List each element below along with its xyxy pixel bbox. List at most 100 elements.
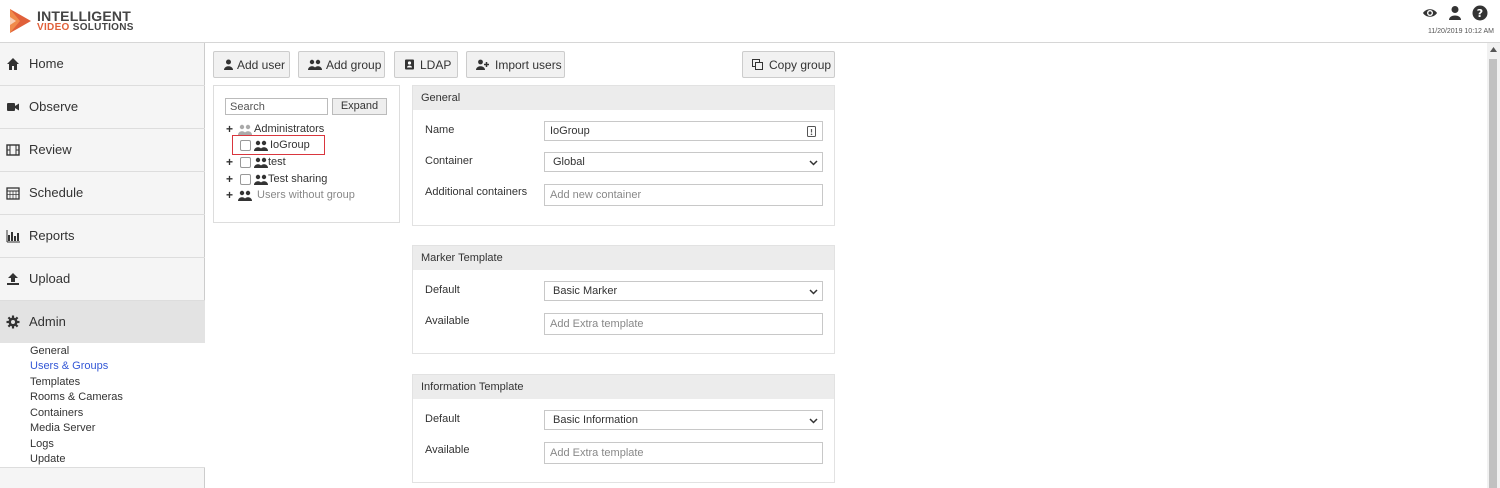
panel-title: Marker Template bbox=[421, 252, 503, 264]
gear-icon bbox=[6, 315, 20, 329]
group-icon bbox=[238, 190, 252, 201]
sidebar-item-upload[interactable]: Upload bbox=[0, 258, 205, 301]
group-icon bbox=[254, 157, 268, 168]
sidebar-item-schedule[interactable]: Schedule bbox=[0, 172, 205, 215]
tree-node-checkbox[interactable] bbox=[240, 174, 251, 185]
expand-toggle[interactable]: + bbox=[226, 155, 234, 169]
additional-containers-input[interactable] bbox=[544, 184, 823, 206]
additional-containers-label: Additional containers bbox=[425, 186, 528, 198]
sidebar: Home Observe Review Schedule Reports Upl… bbox=[0, 43, 205, 488]
panel-header: Information Template bbox=[413, 375, 834, 399]
submenu-users-groups[interactable]: Users & Groups bbox=[30, 360, 108, 372]
import-users-button[interactable]: Import users bbox=[466, 51, 565, 78]
marker-default-value: Basic Marker bbox=[553, 285, 618, 297]
sidebar-item-label: Reports bbox=[29, 228, 75, 243]
tree-node-checkbox[interactable] bbox=[240, 157, 251, 168]
video-camera-icon bbox=[7, 103, 19, 111]
submenu-rooms-cameras[interactable]: Rooms & Cameras bbox=[30, 391, 123, 403]
sidebar-item-review[interactable]: Review bbox=[0, 129, 205, 172]
information-available-label: Available bbox=[425, 444, 470, 456]
sidebar-item-label: Schedule bbox=[29, 185, 84, 200]
group-icon bbox=[238, 124, 252, 135]
scroll-up-arrow-icon[interactable] bbox=[1490, 47, 1497, 52]
expand-toggle[interactable]: + bbox=[226, 188, 234, 202]
submenu-templates[interactable]: Templates bbox=[30, 376, 80, 388]
marker-default-label: Default bbox=[425, 284, 460, 296]
scroll-thumb[interactable] bbox=[1489, 59, 1497, 488]
tree-search-input[interactable] bbox=[225, 98, 328, 115]
add-user-label: Add user bbox=[237, 58, 286, 72]
svg-text:?: ? bbox=[1477, 7, 1483, 20]
sidebar-item-reports[interactable]: Reports bbox=[0, 215, 205, 258]
add-user-button[interactable]: Add user bbox=[213, 51, 290, 78]
tree-node-label[interactable]: test bbox=[268, 156, 286, 168]
page-scrollbar[interactable] bbox=[1487, 43, 1500, 488]
submenu-logs[interactable]: Logs bbox=[30, 438, 54, 450]
sidebar-item-label: Review bbox=[29, 142, 72, 157]
information-default-select[interactable]: Basic Information bbox=[544, 410, 823, 430]
container-select[interactable]: Global bbox=[544, 152, 823, 172]
ldap-label: LDAP bbox=[420, 58, 452, 72]
expand-toggle[interactable]: + bbox=[226, 172, 234, 186]
copy-group-label: Copy group bbox=[769, 58, 832, 72]
user-icon bbox=[224, 59, 233, 70]
brand-logo[interactable]: INTELLIGENT VIDEO SOLUTIONS bbox=[8, 6, 148, 36]
name-input[interactable] bbox=[544, 121, 823, 141]
sidebar-item-label: Upload bbox=[29, 271, 71, 286]
copy-icon bbox=[752, 59, 763, 70]
eye-icon[interactable] bbox=[1422, 5, 1438, 21]
container-label: Container bbox=[425, 155, 473, 167]
address-book-icon bbox=[405, 59, 414, 70]
sidebar-item-observe[interactable]: Observe bbox=[0, 86, 205, 129]
ldap-button[interactable]: LDAP bbox=[394, 51, 458, 78]
user-icon[interactable] bbox=[1447, 5, 1463, 21]
tree-node-checkbox[interactable] bbox=[240, 140, 251, 151]
logo-play-icon bbox=[10, 9, 31, 33]
sidebar-item-admin[interactable]: Admin bbox=[0, 301, 205, 344]
panel-title: Information Template bbox=[421, 381, 524, 393]
sidebar-item-label: Observe bbox=[29, 99, 79, 114]
chevron-down-icon bbox=[809, 160, 818, 166]
timestamp: 11/20/2019 10:12 AM bbox=[1427, 28, 1494, 35]
tree-node-label[interactable]: IoGroup bbox=[270, 139, 310, 151]
copy-group-button[interactable]: Copy group bbox=[742, 51, 835, 78]
expand-toggle[interactable]: + bbox=[226, 122, 234, 136]
general-panel: General Name Container Global Additional… bbox=[412, 85, 835, 226]
add-group-button[interactable]: Add group bbox=[298, 51, 385, 78]
tree-node-label[interactable]: Test sharing bbox=[268, 173, 327, 185]
field-info-icon bbox=[807, 126, 816, 137]
brand-line2a: VIDEO bbox=[37, 22, 70, 33]
chevron-down-icon bbox=[809, 289, 818, 295]
marker-available-input[interactable] bbox=[544, 313, 823, 335]
user-plus-icon bbox=[476, 59, 489, 70]
app-header: INTELLIGENT VIDEO SOLUTIONS ? 11/20/2019… bbox=[0, 0, 1500, 43]
help-icon[interactable]: ? bbox=[1472, 5, 1488, 21]
panel-header: General bbox=[413, 86, 834, 110]
submenu-general[interactable]: General bbox=[30, 345, 69, 357]
marker-default-select[interactable]: Basic Marker bbox=[544, 281, 823, 301]
container-value: Global bbox=[553, 156, 585, 168]
submenu-update[interactable]: Update bbox=[30, 453, 65, 465]
group-icon bbox=[254, 174, 268, 185]
expand-button[interactable]: Expand bbox=[332, 98, 387, 115]
brand-line2: VIDEO SOLUTIONS bbox=[37, 22, 134, 33]
submenu-media-server[interactable]: Media Server bbox=[30, 422, 95, 434]
group-tree-panel: Expand + Administrators IoGroup + test +… bbox=[213, 85, 400, 223]
chevron-down-icon bbox=[809, 418, 818, 424]
name-label: Name bbox=[425, 124, 455, 136]
information-default-value: Basic Information bbox=[553, 414, 638, 426]
tree-node-label[interactable]: Users without group bbox=[257, 189, 355, 201]
group-icon bbox=[308, 59, 322, 70]
sidebar-item-home[interactable]: Home bbox=[0, 43, 205, 86]
information-template-panel: Information Template Default Basic Infor… bbox=[412, 374, 835, 483]
calendar-icon bbox=[6, 187, 20, 200]
information-available-input[interactable] bbox=[544, 442, 823, 464]
tree-node-label[interactable]: Administrators bbox=[254, 123, 324, 135]
submenu-containers[interactable]: Containers bbox=[30, 407, 83, 419]
group-icon bbox=[254, 140, 268, 151]
header-icons: ? bbox=[1422, 5, 1492, 23]
bar-chart-icon bbox=[6, 230, 20, 243]
marker-available-label: Available bbox=[425, 315, 470, 327]
marker-template-panel: Marker Template Default Basic Marker Ava… bbox=[412, 245, 835, 354]
add-group-label: Add group bbox=[326, 58, 382, 72]
